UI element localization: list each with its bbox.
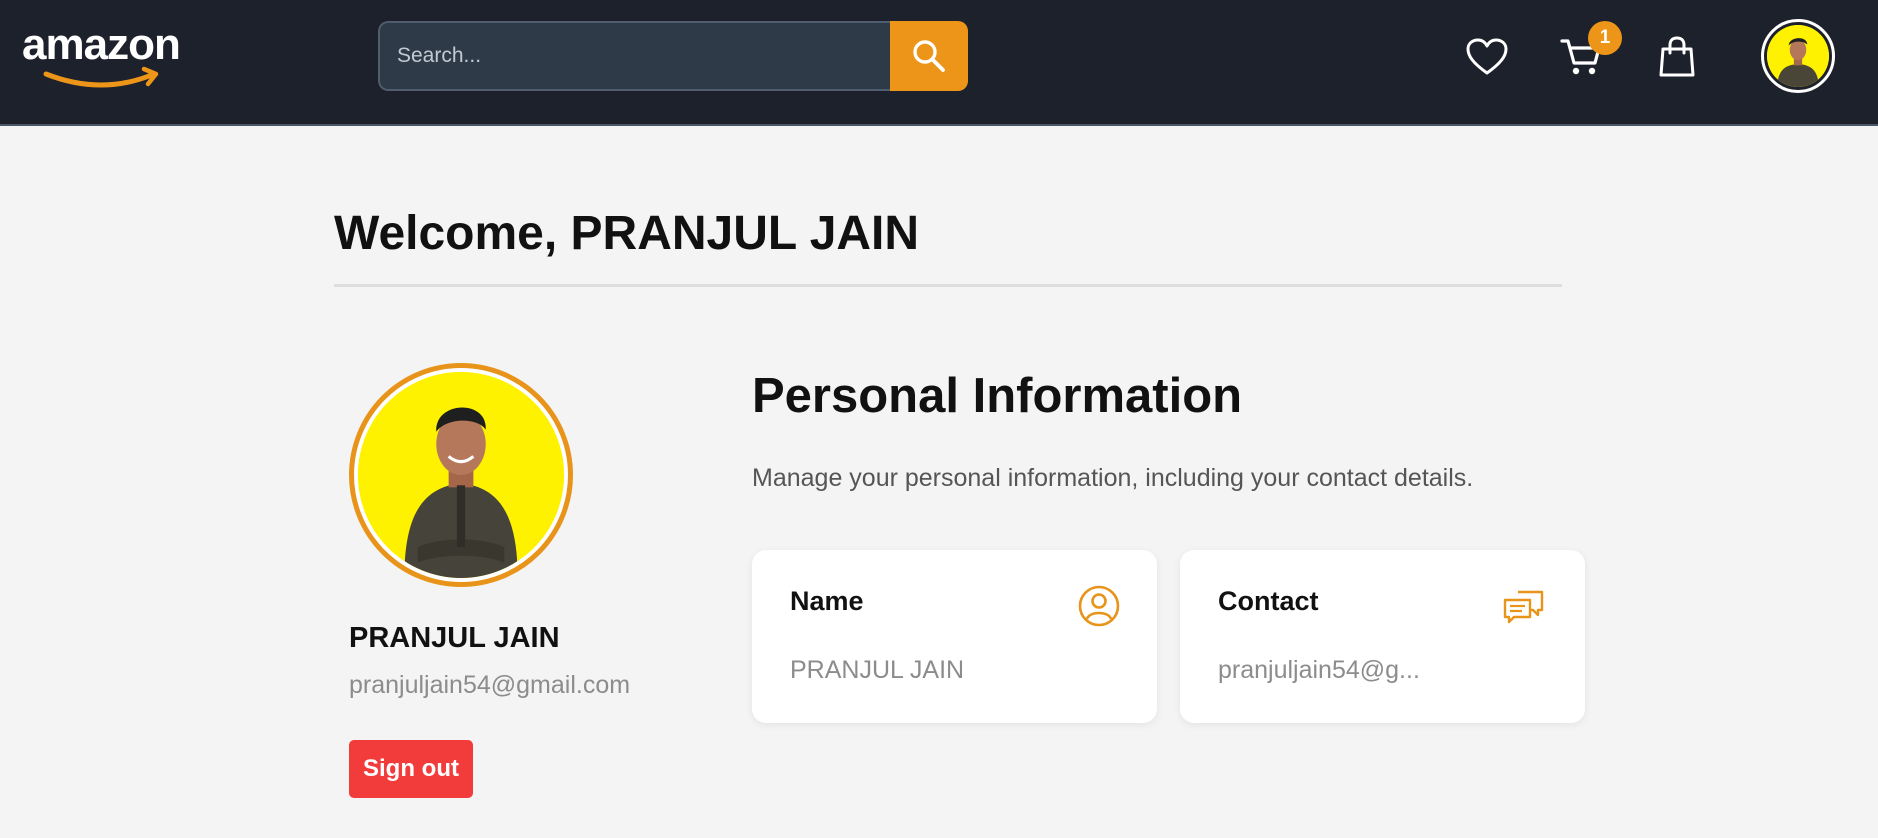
profile-name: PRANJUL JAIN bbox=[349, 622, 560, 654]
profile-email: pranjuljain54@gmail.com bbox=[349, 671, 631, 699]
avatar bbox=[358, 372, 564, 578]
search-input[interactable] bbox=[378, 21, 890, 91]
card-value: PRANJUL JAIN bbox=[790, 656, 965, 684]
card-label: Contact bbox=[1218, 586, 1319, 616]
wishlist-button[interactable] bbox=[1462, 32, 1512, 82]
amazon-logo[interactable]: amazon bbox=[22, 20, 202, 90]
heart-icon bbox=[1466, 38, 1508, 75]
section-title: Personal Information bbox=[752, 369, 1243, 423]
search-icon bbox=[913, 40, 945, 72]
search-button[interactable] bbox=[890, 21, 968, 91]
divider bbox=[334, 284, 1562, 287]
contact-card[interactable]: Contact pranjuljain54@g... bbox=[1180, 550, 1585, 723]
name-card[interactable]: Name PRANJUL JAIN bbox=[752, 550, 1157, 723]
section-description: Manage your personal information, includ… bbox=[752, 464, 1474, 492]
user-circle-icon bbox=[1078, 585, 1120, 627]
logo-smile-icon bbox=[43, 66, 159, 88]
navbar: amazon 1 bbox=[0, 0, 1878, 126]
profile-photo bbox=[349, 363, 573, 587]
welcome-heading: Welcome, PRANJUL JAIN bbox=[334, 207, 920, 260]
cart-count-badge: 1 bbox=[1588, 21, 1622, 55]
orders-button[interactable] bbox=[1652, 32, 1702, 82]
chat-bubbles-icon bbox=[1503, 590, 1544, 624]
profile-avatar-button[interactable] bbox=[1761, 19, 1835, 93]
card-value: pranjuljain54@g... bbox=[1218, 656, 1420, 684]
sign-out-button[interactable]: Sign out bbox=[349, 740, 473, 798]
person-photo-icon bbox=[358, 372, 564, 578]
search-bar bbox=[378, 21, 968, 91]
shopping-bag-icon bbox=[1659, 36, 1695, 77]
logo-text: amazon bbox=[22, 20, 181, 69]
card-label: Name bbox=[790, 586, 864, 616]
avatar bbox=[1767, 25, 1829, 87]
person-photo-icon bbox=[1767, 25, 1829, 87]
